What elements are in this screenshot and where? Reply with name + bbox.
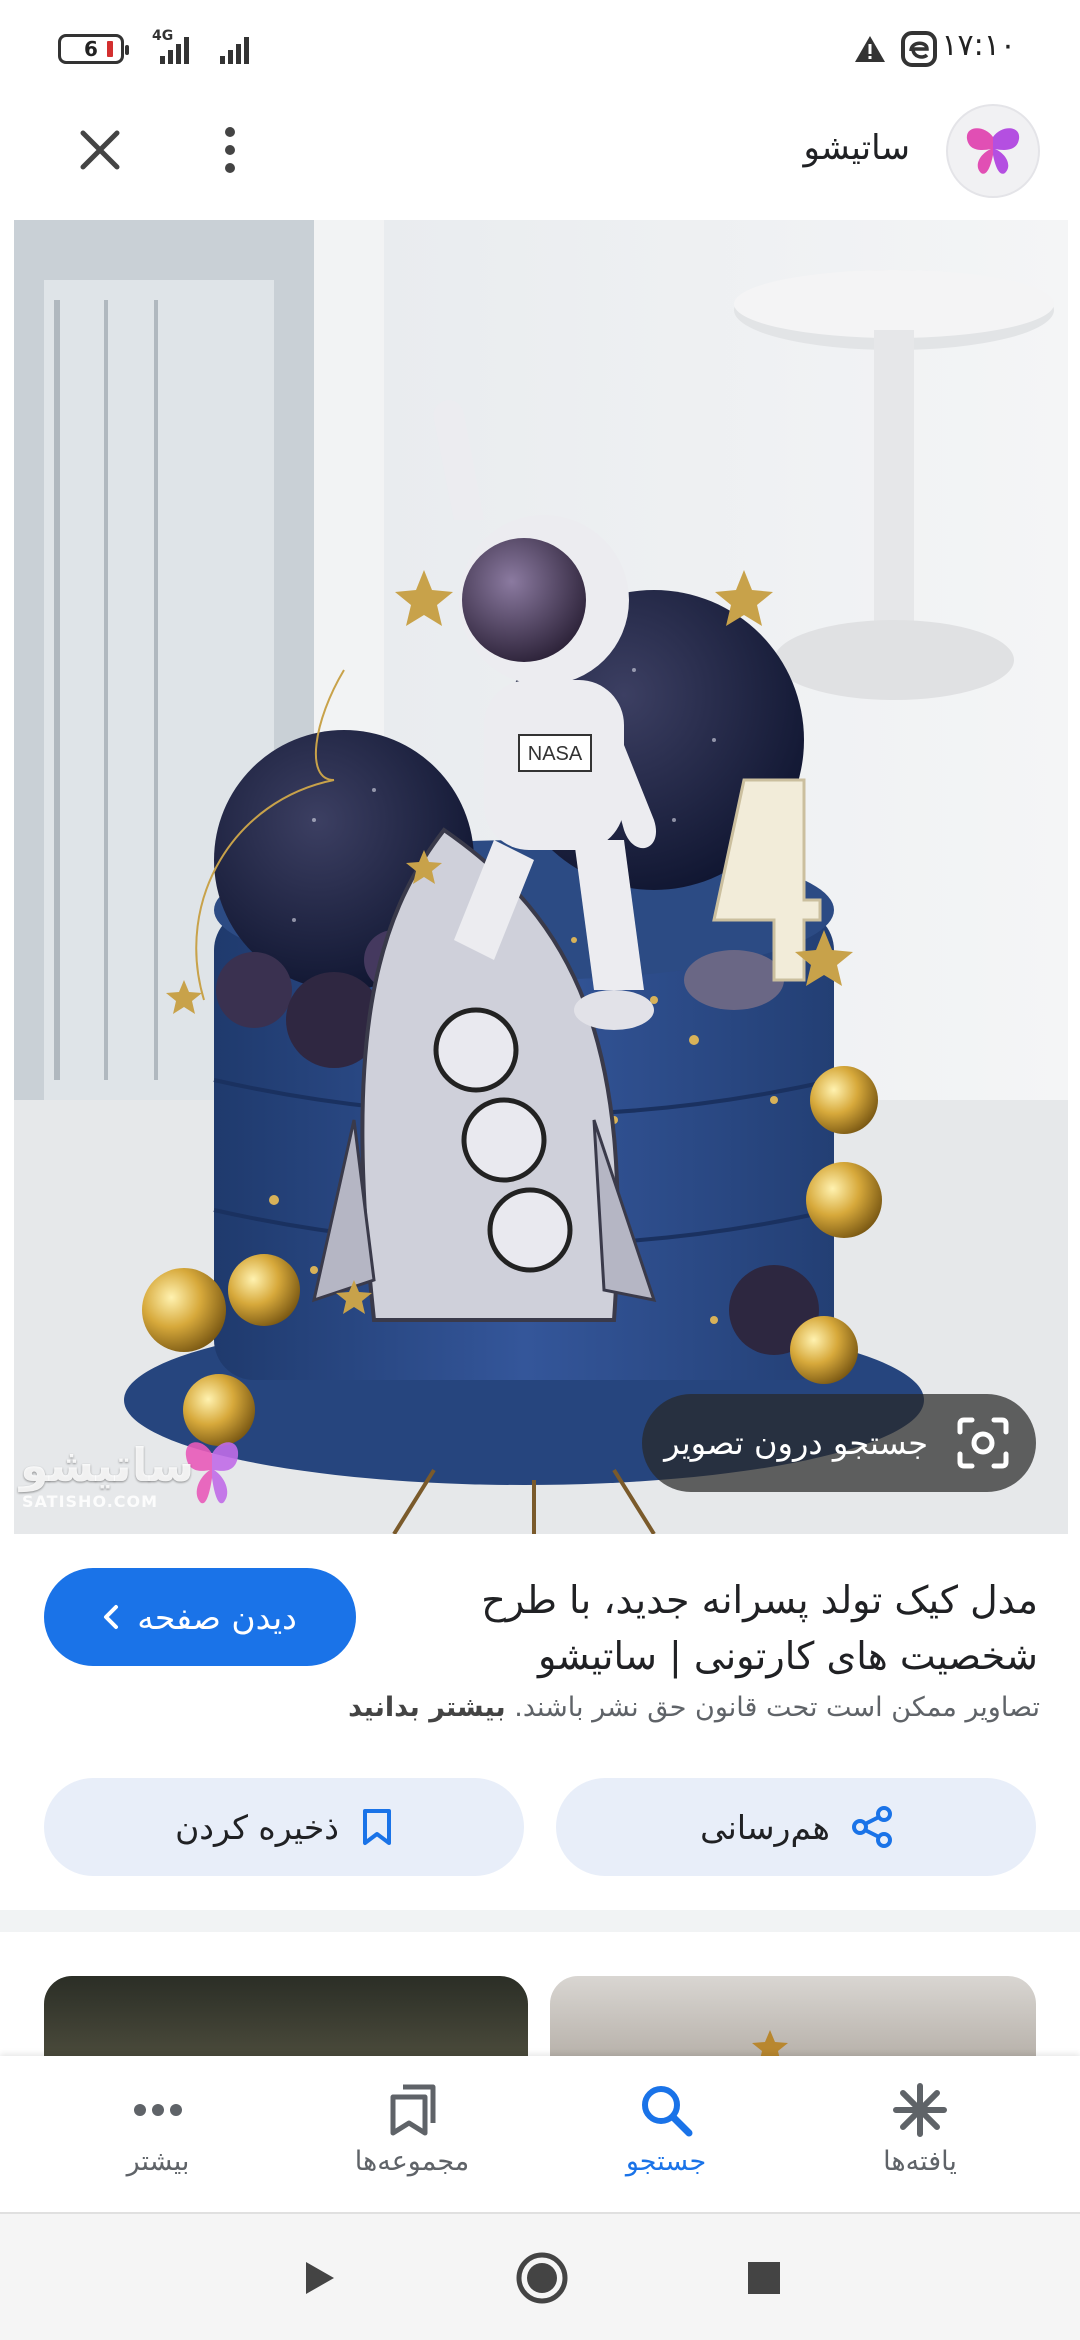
share-icon bbox=[851, 1806, 892, 1848]
nav-discover-label: یافته‌ها bbox=[883, 2146, 957, 2177]
result-title[interactable]: مدل کیک تولد پسرانه جدید، با طرح شخصیت ه… bbox=[418, 1572, 1038, 1684]
clock: ۱۷:۱۰ bbox=[941, 28, 1016, 63]
svg-text:NASA: NASA bbox=[528, 743, 583, 765]
search-icon bbox=[642, 2086, 693, 2137]
browser-notification-icon bbox=[901, 31, 937, 67]
star-decoration-icon bbox=[752, 2030, 788, 2056]
chevron-left-icon bbox=[104, 1605, 119, 1629]
lens-icon bbox=[957, 1417, 1009, 1469]
watermark-text: ساتیشو bbox=[20, 1438, 195, 1492]
save-button[interactable]: ذخیره کردن bbox=[44, 1778, 524, 1876]
image-preview[interactable]: NASA ساتیشو SATISHO.COM جستجو درون تصویر bbox=[14, 220, 1068, 1534]
recents-square-icon bbox=[748, 2262, 780, 2294]
more-vert-icon bbox=[225, 127, 235, 173]
learn-more-link[interactable]: بیشتر بدانید bbox=[348, 1692, 506, 1723]
battery-level: 6 bbox=[84, 37, 98, 61]
overflow-menu-button[interactable] bbox=[208, 122, 252, 178]
discover-icon bbox=[893, 2083, 947, 2137]
close-button[interactable] bbox=[72, 122, 128, 178]
more-horiz-icon bbox=[134, 2104, 182, 2116]
copyright-notice: تصاویر ممکن است تحت قانون حق نشر باشند. … bbox=[40, 1692, 1040, 1723]
share-button[interactable]: هم‌رسانی bbox=[556, 1778, 1036, 1876]
search-in-image-label: جستجو درون تصویر bbox=[664, 1424, 928, 1462]
search-in-image-button[interactable]: جستجو درون تصویر bbox=[642, 1394, 1036, 1492]
nav-search[interactable]: جستجو bbox=[566, 2056, 766, 2212]
share-label: هم‌رسانی bbox=[700, 1807, 830, 1847]
watermark: ساتیشو SATISHO.COM bbox=[14, 1420, 244, 1520]
collections-icon bbox=[390, 2084, 436, 2136]
cake-photo: NASA bbox=[14, 220, 1068, 1534]
nav-more[interactable]: بیشتر bbox=[58, 2056, 258, 2212]
home-circle-icon bbox=[516, 2252, 568, 2304]
signal-icon-2 bbox=[220, 34, 249, 64]
home-button[interactable] bbox=[514, 2250, 570, 2306]
system-navigation-bar bbox=[0, 2212, 1080, 2340]
nav-search-label: جستجو bbox=[625, 2146, 707, 2177]
butterfly-icon bbox=[966, 128, 1020, 174]
signal-icon bbox=[160, 34, 189, 64]
status-bar: 6 4G ۱۷:۱۰ bbox=[0, 0, 1080, 96]
nav-collections-label: مجموعه‌ها bbox=[354, 2146, 470, 2177]
related-image-thumbnail[interactable] bbox=[550, 1976, 1036, 2056]
nav-more-label: بیشتر bbox=[126, 2146, 190, 2177]
nav-collections[interactable]: مجموعه‌ها bbox=[312, 2056, 512, 2212]
back-triangle-icon bbox=[306, 2262, 334, 2294]
save-label: ذخیره کردن bbox=[175, 1807, 339, 1847]
related-image-thumbnail[interactable] bbox=[44, 1976, 528, 2056]
battery-icon: 6 bbox=[58, 34, 129, 64]
visit-page-button[interactable]: دیدن صفحه bbox=[44, 1568, 356, 1666]
bottom-navigation: یافته‌ها جستجو مجموعه‌ها بیشتر bbox=[0, 2056, 1080, 2212]
nav-discover[interactable]: یافته‌ها bbox=[820, 2056, 1020, 2212]
bookmark-icon bbox=[362, 1809, 391, 1845]
back-button[interactable] bbox=[292, 2250, 348, 2306]
watermark-url: SATISHO.COM bbox=[22, 1492, 159, 1511]
site-name[interactable]: ساتیشو bbox=[804, 128, 910, 168]
recents-button[interactable] bbox=[736, 2250, 792, 2306]
warning-icon bbox=[855, 36, 885, 62]
close-icon bbox=[80, 130, 120, 170]
site-logo[interactable] bbox=[946, 104, 1040, 198]
section-divider bbox=[0, 1910, 1080, 1932]
viewer-header: ساتیشو bbox=[0, 96, 1080, 220]
copyright-text: تصاویر ممکن است تحت قانون حق نشر باشند. bbox=[514, 1692, 1040, 1723]
visit-page-label: دیدن صفحه bbox=[137, 1597, 297, 1637]
